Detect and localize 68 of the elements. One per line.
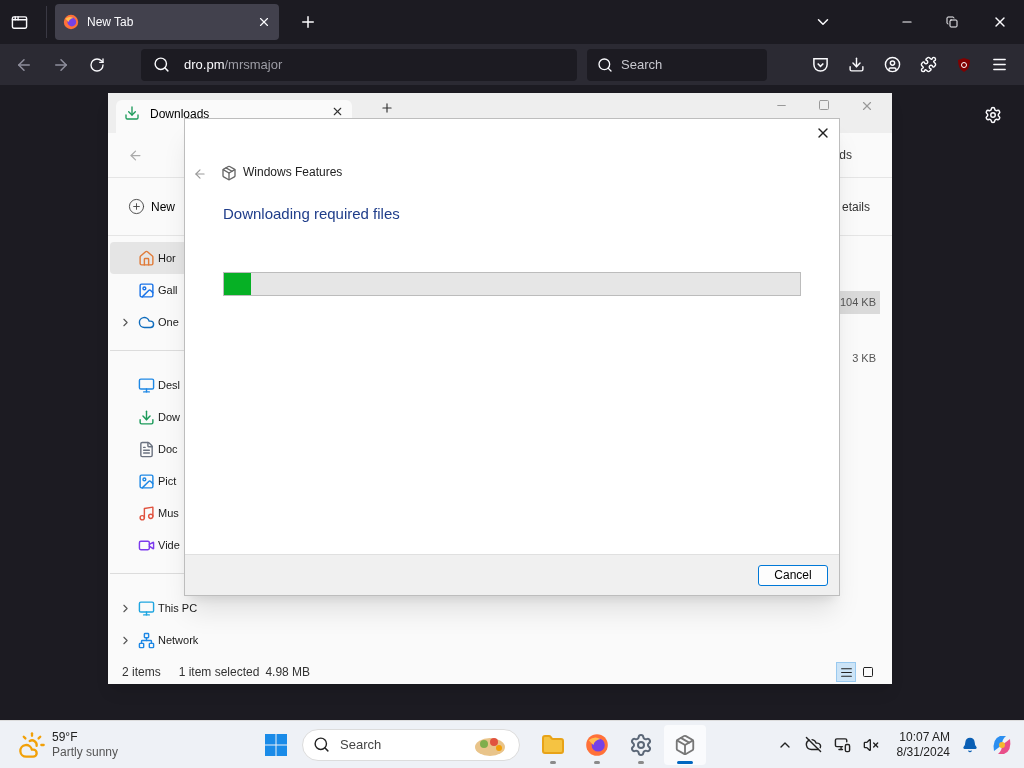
download-icon: [124, 105, 140, 121]
menu-icon[interactable]: [991, 56, 1008, 73]
shield-extension-icon[interactable]: [956, 56, 972, 73]
sidebar-item[interactable]: Dow: [110, 401, 258, 433]
network-icon: [138, 631, 155, 649]
details-button[interactable]: etails: [842, 197, 870, 216]
search-icon: [313, 736, 330, 753]
close-icon[interactable]: [257, 15, 271, 29]
reload-icon[interactable]: [89, 56, 105, 73]
url-field[interactable]: dro.pm/mrsmajor: [141, 48, 577, 81]
selection-info: 1 item selected: [178, 664, 260, 681]
firefox-logo-icon: [585, 732, 609, 757]
home-icon: [138, 249, 155, 267]
breadcrumb-text[interactable]: ds: [839, 146, 852, 164]
cloud-off-icon[interactable]: [804, 736, 822, 753]
dialog-heading: Downloading required files: [223, 204, 401, 224]
pocket-icon[interactable]: [812, 56, 829, 73]
sidebar-item[interactable]: Network: [110, 624, 258, 656]
back-icon[interactable]: [193, 167, 207, 181]
tab-list-icon[interactable]: [11, 13, 28, 31]
taskbar-search-field[interactable]: Search: [302, 728, 520, 761]
music-icon: [138, 504, 155, 522]
sidebar-item[interactable]: Mus: [110, 497, 258, 529]
restore-icon[interactable]: [946, 16, 958, 28]
cancel-button[interactable]: Cancel: [758, 564, 828, 586]
gallery-icon: [138, 281, 155, 299]
sidebar-item[interactable]: One: [110, 306, 258, 338]
search-icon: [153, 56, 170, 73]
start-icon[interactable]: [264, 732, 288, 757]
clock-time[interactable]: 10:07 AM: [899, 729, 950, 745]
close-icon[interactable]: [331, 105, 344, 118]
bell-icon[interactable]: [962, 736, 978, 753]
pc-icon: [138, 599, 155, 617]
account-icon[interactable]: [884, 56, 901, 73]
temperature-text: 59°F: [52, 729, 79, 745]
settings-icon[interactable]: [984, 106, 1002, 124]
taskbar-app[interactable]: [664, 724, 706, 765]
sidebar-item[interactable]: Gall: [110, 274, 258, 306]
square-icon: [862, 666, 874, 678]
new-tab-icon[interactable]: [299, 13, 317, 31]
browser-tab[interactable]: New Tab: [55, 4, 279, 40]
sidebar-item[interactable]: Vide: [110, 529, 258, 561]
new-button[interactable]: New: [128, 197, 175, 216]
dialog-title: Windows Features: [243, 164, 343, 181]
sidebar-item[interactable]: This PC: [110, 592, 258, 624]
clock-date[interactable]: 8/31/2024: [896, 744, 950, 760]
sidebar-item[interactable]: Doc: [110, 433, 258, 465]
sidebar-item[interactable]: Desl: [110, 369, 258, 401]
firefox-taskbar-button[interactable]: [585, 732, 609, 757]
list-icon: [839, 665, 853, 679]
file-size-cell[interactable]: 3 KB: [848, 346, 880, 369]
search-field[interactable]: Search: [587, 48, 767, 81]
downloads-icon: [138, 408, 155, 426]
search-icon: [597, 56, 613, 73]
plus-icon: [128, 198, 145, 215]
item-count: 2 items: [122, 664, 161, 681]
volume-mute-icon[interactable]: [862, 736, 879, 753]
sidebar-item[interactable]: Pict: [110, 465, 258, 497]
firefox-logo-icon: [63, 14, 79, 30]
monitor-icon[interactable]: [833, 736, 851, 753]
pictures-icon: [138, 472, 155, 490]
documents-icon: [138, 440, 155, 458]
selection-size: 4.98 MB: [265, 664, 311, 681]
weather-text: Partly sunny: [52, 744, 119, 760]
download-icon[interactable]: [848, 56, 865, 73]
extensions-icon[interactable]: [920, 56, 937, 73]
details-view-button[interactable]: [836, 662, 856, 682]
desktop-icon: [138, 376, 155, 394]
